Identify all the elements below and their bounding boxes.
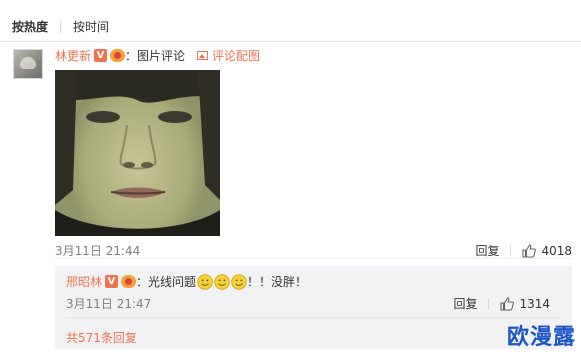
thumb-up-icon [522,243,537,258]
member-crown-icon [121,275,137,288]
smile-emoji-icon [214,273,230,290]
member-crown-icon [110,49,126,62]
more-replies-link[interactable]: 共571条回复 [66,329,137,346]
smile-emoji-icon [231,273,247,290]
reply-text-after: ！！没胖！ [247,275,308,289]
reply-colon: ： [136,275,149,289]
reply-username[interactable]: 邢昭林 [66,273,102,290]
v-verified-icon: V [105,275,119,288]
reply-header: 邢昭林 V ： 光线问题 ！！没胖！ [66,273,307,290]
comment-actions: 回复 4018 [475,242,572,259]
avatar[interactable] [13,49,43,79]
sort-divider [60,20,62,33]
like-count: 4018 [541,243,572,258]
comment-divider [55,258,572,259]
watermark: 欧漫露 [506,325,576,350]
reply-like-count: 1314 [519,296,550,311]
reply-timestamp: 3月11日 21:47 [66,297,152,311]
action-divider [510,244,512,257]
reply-actions: 回复 1314 [453,295,550,312]
sort-by-hot[interactable]: 按热度 [12,18,48,35]
comment-header: 林更新 V ： 图片评论 评论配图 [55,47,260,64]
comment-username[interactable]: 林更新 [55,47,91,64]
smile-emoji-icon [197,273,213,290]
comment-text: 图片评论 [137,49,186,63]
image-icon [197,51,209,60]
comment-image[interactable] [55,70,220,236]
reply-button[interactable]: 回复 [475,242,499,259]
image-comment-link[interactable]: 评论配图 [197,47,260,64]
image-comment-label: 评论配图 [212,49,261,63]
thumb-up-icon [500,296,515,311]
face-photo [55,70,220,236]
reply-box: 邢昭林 V ： 光线问题 ！！没胖！ 3月11日 21:47 回复 1314 共… [55,266,572,349]
action-divider [488,297,490,310]
comment-colon: ： [125,49,138,63]
comment-timestamp: 3月11日 21:44 [55,244,141,258]
sort-bar: 按热度 按时间 [12,18,109,35]
reply-text-before: 光线问题 [148,275,197,289]
like-button[interactable]: 4018 [522,244,572,258]
sort-by-time[interactable]: 按时间 [73,18,109,35]
reply-like-button[interactable]: 1314 [500,297,550,311]
reply-divider [66,317,561,318]
v-verified-icon: V [94,49,108,62]
top-divider [0,41,581,42]
reply-reply-button[interactable]: 回复 [453,295,477,312]
